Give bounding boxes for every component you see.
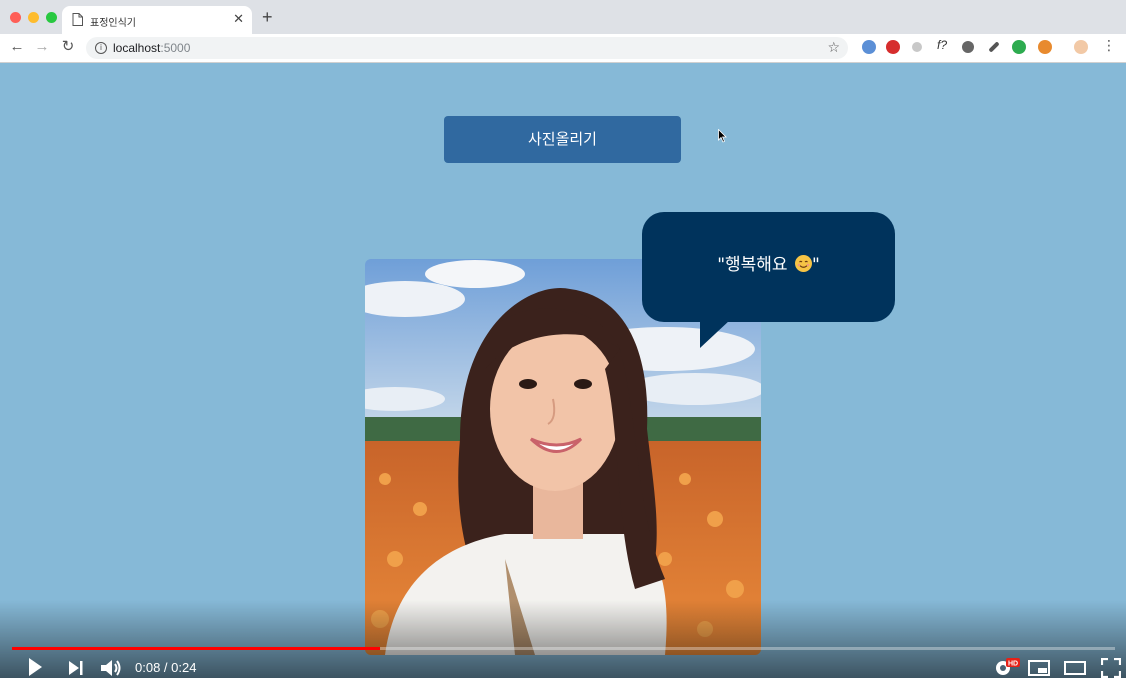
back-arrow-icon[interactable]: ← [9,39,25,55]
mouse-cursor-icon [718,129,727,143]
minimize-window-button[interactable] [28,12,39,23]
upload-photo-button[interactable]: 사진올리기 [444,116,681,163]
new-tab-button[interactable]: + [262,8,273,26]
url-port: :5000 [160,41,191,55]
miniplayer-icon[interactable] [1028,659,1050,677]
tab-close-icon[interactable]: ✕ [233,11,244,27]
reload-icon[interactable]: ↻ [60,39,76,55]
document-icon [72,13,83,26]
close-window-button[interactable] [10,12,21,23]
browser-titlebar: 표정인식기 ✕ + [0,0,1126,34]
metamask-icon[interactable] [1038,40,1052,54]
speech-bubble-tail [700,320,730,348]
next-video-icon[interactable] [68,660,84,676]
emotion-speech-bubble: "행복해요 " [642,212,895,322]
theater-mode-icon[interactable] [1064,660,1086,676]
video-time-display: 0:08 / 0:24 [135,660,196,675]
maximize-window-button[interactable] [46,12,57,23]
play-icon[interactable] [27,657,43,677]
hd-badge: HD [1008,661,1018,668]
bug-icon[interactable] [962,41,974,53]
eyedropper-icon[interactable] [988,41,1000,53]
emotion-label: "행복해요 [717,255,788,275]
address-bar[interactable]: i localhost:5000 ☆ [86,37,848,59]
current-time: 0:08 [135,660,161,675]
extension-triangle-icon[interactable] [912,42,922,52]
video-duration: 0:24 [171,660,197,675]
video-progress-bar[interactable] [12,647,1115,650]
emotion-close-quote: " [811,255,820,275]
fullscreen-icon[interactable] [1101,658,1121,678]
profile-avatar[interactable] [1074,40,1088,54]
browser-toolbar: ← → ↻ i localhost:5000 ☆ f? ⋮ [0,34,1126,63]
browser-tab[interactable]: 표정인식기 ✕ [62,6,252,34]
volume-icon[interactable] [100,658,124,678]
browser-menu-icon[interactable]: ⋮ [1102,37,1116,54]
settings-gear-icon[interactable]: HD [994,657,1020,677]
url-text[interactable]: localhost:5000 [113,41,190,55]
video-progress-played [12,647,380,650]
site-info-icon[interactable]: i [95,42,107,54]
adblock-icon[interactable] [886,40,900,54]
time-separator: / [160,660,172,675]
evernote-icon[interactable] [1012,40,1026,54]
font-extension-icon[interactable]: f? [937,38,947,52]
tab-title: 표정인식기 [90,18,136,29]
forward-arrow-icon[interactable]: → [34,39,50,55]
url-host: localhost [113,41,161,55]
extension-globe-icon[interactable] [862,40,876,54]
emotion-result-text: "행복해요 " [642,212,895,318]
bookmark-star-icon[interactable]: ☆ [827,39,840,56]
smiling-face-emoji-icon [794,255,812,272]
